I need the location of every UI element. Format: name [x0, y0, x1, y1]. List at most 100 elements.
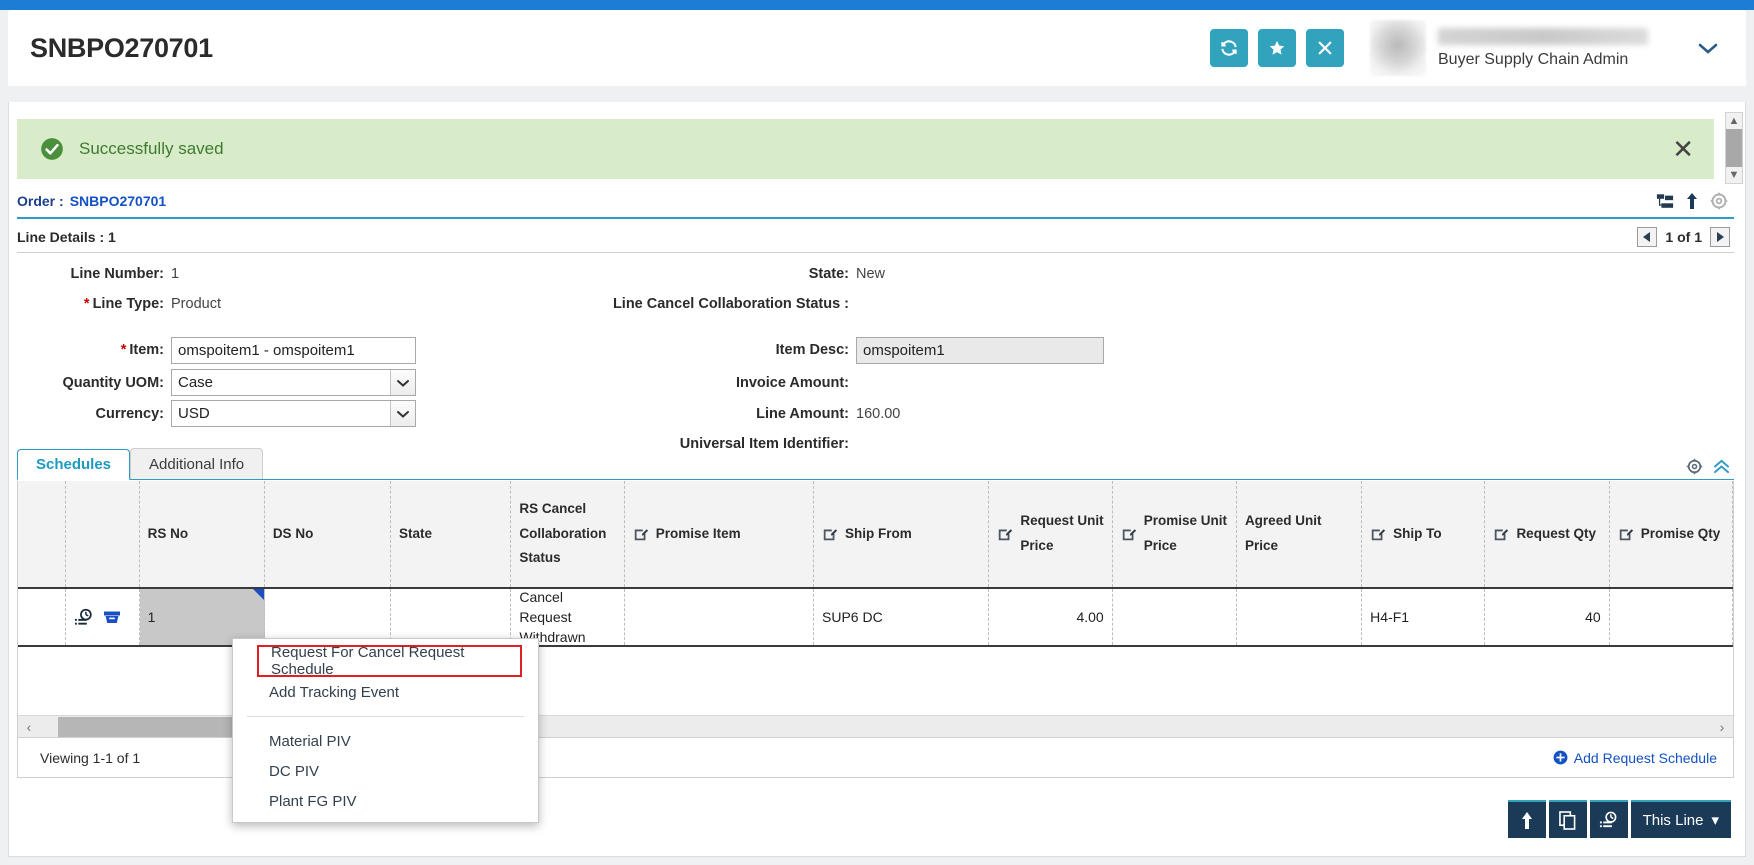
field-value: New — [856, 266, 885, 282]
cell-request-unit-price[interactable]: 4.00 — [989, 589, 1112, 645]
upload-icon — [1521, 811, 1533, 830]
grid-header-ds-no[interactable]: DS No — [265, 481, 391, 587]
scroll-thumb[interactable] — [1726, 129, 1742, 167]
chevron-down-icon — [390, 401, 415, 426]
item-input[interactable]: omspoitem1 - omspoitem1 — [171, 337, 416, 364]
close-button[interactable] — [1306, 29, 1344, 67]
scroll-right-arrow[interactable]: › — [1711, 719, 1733, 735]
check-circle-icon — [39, 136, 65, 162]
tab-additional-info[interactable]: Additional Info — [130, 448, 263, 479]
quantity-uom-select[interactable]: Case — [171, 369, 416, 396]
cell-ship-from[interactable]: SUP6 DC — [814, 589, 989, 645]
edit-icon — [822, 526, 838, 542]
order-link[interactable]: SNBPO270701 — [70, 193, 167, 209]
item-desc-input[interactable]: omspoitem1 — [856, 337, 1104, 364]
field-label: *Line Type: — [9, 296, 164, 312]
edit-icon — [1618, 526, 1634, 542]
edit-icon — [1121, 526, 1137, 542]
add-request-schedule-button[interactable]: Add Request Schedule — [1553, 750, 1717, 766]
page-header: SNBPO270701 — [8, 10, 1746, 86]
this-line-dropdown[interactable]: This Line ▾ — [1631, 800, 1731, 838]
menu-item-request-for-cancel-request-schedule[interactable]: Request For Cancel Request Schedule — [257, 645, 522, 677]
cell-state[interactable] — [391, 589, 511, 645]
tab-bar: Schedules Additional Info — [17, 449, 1734, 480]
grid-header-rs-cancel-collaboration-status[interactable]: RS Cancel Collaboration Status — [511, 481, 624, 587]
menu-item-plant-fg-piv[interactable]: Plant FG PIV — [233, 786, 538, 816]
upload-button[interactable] — [1508, 800, 1546, 838]
content-vertical-scrollbar[interactable]: ▲ ▼ — [1725, 112, 1743, 184]
cell-rs-no[interactable]: 1 — [140, 589, 265, 645]
cell-agreed-unit-price[interactable] — [1237, 589, 1362, 645]
cell-value: 40 — [1585, 607, 1601, 627]
triangle-right-icon — [1716, 232, 1724, 242]
success-banner: Successfully saved ✕ — [17, 119, 1714, 179]
cell-value: 1 — [148, 607, 156, 627]
grid-header-rs-no[interactable]: RS No — [140, 481, 265, 587]
dismiss-banner-button[interactable]: ✕ — [1672, 136, 1694, 162]
grid-header-agreed-unit-price[interactable]: Agreed Unit Price — [1237, 481, 1362, 587]
line-details-title: Line Details : 1 — [17, 229, 116, 245]
grid-header-promise-qty[interactable]: Promise Qty — [1610, 481, 1733, 587]
form-column-left: Line Number: 1 *Line Type: Product *Item… — [9, 259, 439, 429]
cell-request-qty[interactable]: 40 — [1485, 589, 1609, 645]
cell-ds-no[interactable] — [265, 589, 391, 645]
gear-icon[interactable] — [1710, 192, 1728, 210]
grid-header-request-unit-price[interactable]: Request Unit Price — [989, 481, 1112, 587]
cell-rs-cancel-collaboration-status[interactable]: Cancel Request Withdrawn — [511, 589, 624, 645]
row-action-icons — [66, 589, 140, 645]
history-icon[interactable] — [74, 608, 93, 627]
page-title: SNBPO270701 — [30, 33, 213, 64]
bottom-toolbar: This Line ▾ — [1508, 800, 1731, 838]
grid-header-ship-from[interactable]: Ship From — [814, 481, 989, 587]
select-value: Case — [172, 374, 213, 391]
scroll-down-arrow[interactable]: ▼ — [1729, 167, 1740, 183]
scroll-up-arrow[interactable]: ▲ — [1729, 113, 1740, 129]
edit-icon — [997, 526, 1013, 542]
field-label: Currency: — [9, 406, 164, 422]
user-menu[interactable]: Buyer Supply Chain Admin — [1370, 10, 1648, 86]
menu-item-material-piv[interactable]: Material PIV — [233, 726, 538, 756]
cell-promise-item[interactable] — [625, 589, 814, 645]
this-line-label: This Line — [1643, 812, 1704, 829]
select-value: USD — [172, 405, 210, 422]
next-line-button[interactable] — [1710, 227, 1730, 247]
row-context-menu: Request For Cancel Request Schedule Add … — [232, 638, 539, 823]
cell-promise-unit-price[interactable] — [1113, 589, 1237, 645]
currency-select[interactable]: USD — [171, 400, 416, 427]
grid-header-request-qty[interactable]: Request Qty — [1485, 481, 1609, 587]
menu-separator — [247, 716, 524, 717]
cell-value: SUP6 DC — [822, 607, 883, 627]
form-gap — [569, 319, 1269, 333]
history-button[interactable] — [1590, 800, 1628, 838]
grid-header-cell — [18, 481, 66, 587]
top-accent-strip — [0, 0, 1754, 10]
tab-schedules[interactable]: Schedules — [17, 449, 130, 480]
refresh-button[interactable] — [1210, 29, 1248, 67]
upload-arrow-icon[interactable] — [1686, 192, 1698, 210]
grid-header-promise-unit-price[interactable]: Promise Unit Price — [1113, 481, 1237, 587]
box-icon[interactable] — [103, 609, 121, 625]
cell-menu-indicator[interactable] — [253, 589, 264, 600]
cell-promise-qty[interactable] — [1610, 589, 1733, 645]
grid-header-cell — [66, 481, 140, 587]
tab-tools — [1686, 458, 1734, 479]
favorite-button[interactable] — [1258, 29, 1296, 67]
history-icon — [1599, 811, 1618, 830]
scroll-left-arrow[interactable]: ‹ — [18, 719, 40, 735]
menu-item-add-tracking-event[interactable]: Add Tracking Event — [233, 677, 538, 707]
chevron-down-icon — [390, 370, 415, 395]
copy-button[interactable] — [1549, 800, 1587, 838]
gear-icon[interactable] — [1686, 458, 1703, 475]
line-pager: 1 of 1 — [1637, 227, 1734, 247]
prev-line-button[interactable] — [1637, 227, 1657, 247]
hierarchy-icon[interactable] — [1656, 193, 1674, 210]
collapse-up-icon[interactable] — [1713, 459, 1730, 474]
field-currency: Currency: USD — [9, 398, 439, 429]
cell-ship-to[interactable]: H4-F1 — [1362, 589, 1485, 645]
menu-item-dc-piv[interactable]: DC PIV — [233, 756, 538, 786]
grid-header-promise-item[interactable]: Promise Item — [625, 481, 814, 587]
user-menu-toggle[interactable] — [1688, 28, 1728, 68]
field-value: 1 — [171, 266, 179, 282]
grid-header-state[interactable]: State — [391, 481, 511, 587]
grid-header-ship-to[interactable]: Ship To — [1362, 481, 1485, 587]
